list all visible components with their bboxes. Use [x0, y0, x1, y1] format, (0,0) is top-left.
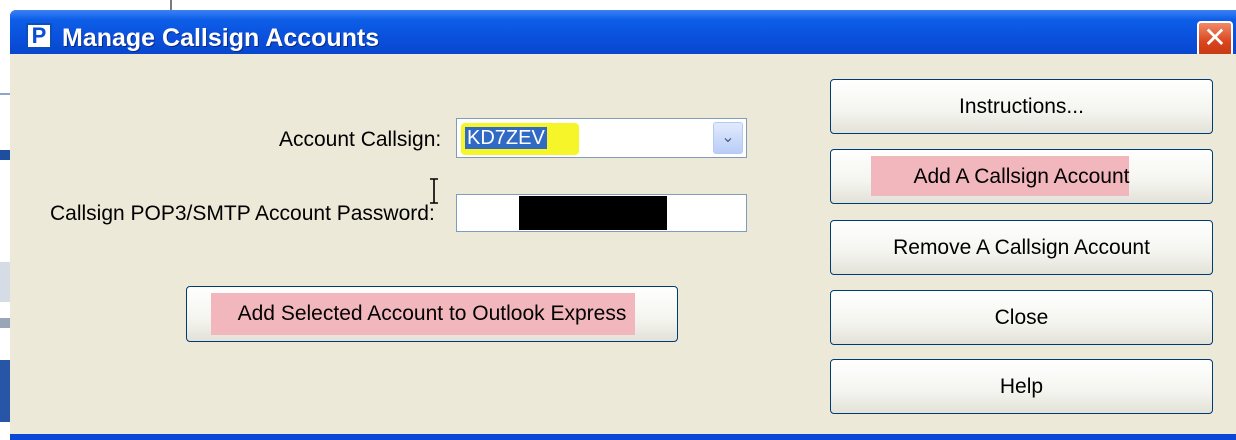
account-callsign-combobox[interactable]: KD7ZEV ⌄ — [456, 118, 747, 158]
close-window-button[interactable]: ✕ — [1197, 21, 1233, 57]
add-to-outlook-express-label: Add Selected Account to Outlook Express — [237, 302, 627, 325]
password-redaction — [519, 196, 667, 230]
chevron-down-icon: ⌄ — [721, 129, 735, 146]
password-field[interactable] — [456, 194, 747, 232]
background-window-edge — [170, 0, 172, 10]
window-title: Manage Callsign Accounts — [62, 24, 380, 52]
background-window — [0, 0, 1236, 8]
close-label: Close — [994, 306, 1049, 329]
close-button[interactable]: Close — [830, 290, 1213, 345]
add-to-outlook-express-button[interactable]: Add Selected Account to Outlook Express — [186, 286, 678, 342]
account-callsign-label: Account Callsign: — [279, 128, 442, 151]
app-icon: P — [26, 23, 52, 49]
dropdown-button[interactable]: ⌄ — [713, 122, 743, 154]
account-callsign-value: KD7ZEV — [465, 127, 547, 149]
instructions-label: Instructions... — [959, 95, 1084, 118]
remove-callsign-account-button[interactable]: Remove A Callsign Account — [830, 220, 1213, 275]
help-button[interactable]: Help — [830, 359, 1213, 414]
text-cursor-icon — [430, 178, 438, 204]
password-label: Callsign POP3/SMTP Account Password: — [50, 202, 435, 225]
instructions-button[interactable]: Instructions... — [830, 79, 1213, 134]
dialog-client-area: Account Callsign: KD7ZEV ⌄ Callsign POP3… — [10, 54, 1236, 434]
close-icon: ✕ — [1203, 22, 1227, 53]
help-label: Help — [999, 375, 1044, 398]
add-callsign-account-button[interactable]: Add A Callsign Account — [830, 149, 1213, 204]
add-callsign-account-label: Add A Callsign Account — [913, 165, 1130, 188]
remove-callsign-account-label: Remove A Callsign Account — [893, 236, 1150, 259]
